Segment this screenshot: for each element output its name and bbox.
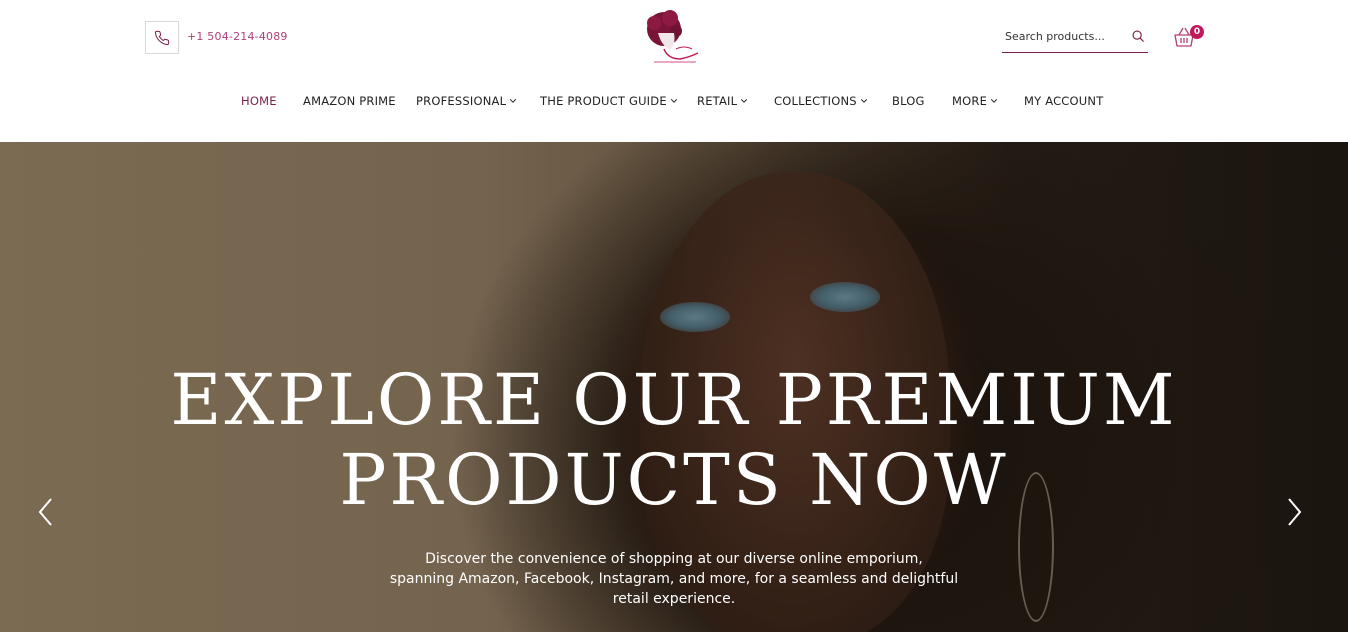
nav-item-my-account[interactable]: MY ACCOUNT [1024,94,1103,108]
product-search [1002,22,1148,53]
nav-item-product-guide[interactable]: THE PRODUCT GUIDE [540,94,678,108]
chevron-down-icon [510,99,517,103]
cart-button[interactable]: 0 [1172,25,1206,51]
phone-icon[interactable] [145,21,179,54]
hero-slider: EXPLORE OUR PREMIUM PRODUCTS NOW Discove… [0,142,1348,632]
chevron-down-icon [741,99,748,103]
search-icon[interactable] [1130,28,1146,44]
slider-next-button[interactable] [1282,494,1306,530]
cart-count-badge: 0 [1190,25,1204,39]
nav-item-more[interactable]: MORE [952,94,998,108]
nav-item-home[interactable]: HOME [241,94,277,108]
nav-item-collections[interactable]: COLLECTIONS [774,94,868,108]
slider-prev-button[interactable] [34,494,58,530]
chevron-down-icon [860,99,867,103]
nav-item-professional[interactable]: PROFESSIONAL [416,94,517,108]
chevron-left-icon [38,498,52,526]
site-header: +1 504-214-4089 Search products... 0 HOM… [0,0,1348,142]
search-input[interactable] [1005,28,1121,44]
site-logo[interactable] [640,9,702,67]
hero-subtitle: Discover the convenience of shopping at … [389,551,959,607]
phone-number-link[interactable]: +1 504-214-4089 [187,30,288,43]
hero-title: EXPLORE OUR PREMIUM PRODUCTS NOW [170,359,1178,521]
nav-item-retail[interactable]: RETAIL [697,94,748,108]
chevron-down-icon [670,99,677,103]
chevron-down-icon [990,99,998,103]
nav-item-amazon-prime[interactable]: AMAZON PRIME [303,94,396,108]
nav-item-blog[interactable]: BLOG [892,94,925,108]
main-nav: HOME AMAZON PRIME PROFESSIONAL THE PRODU… [0,94,1348,112]
chevron-right-icon [1288,498,1302,526]
